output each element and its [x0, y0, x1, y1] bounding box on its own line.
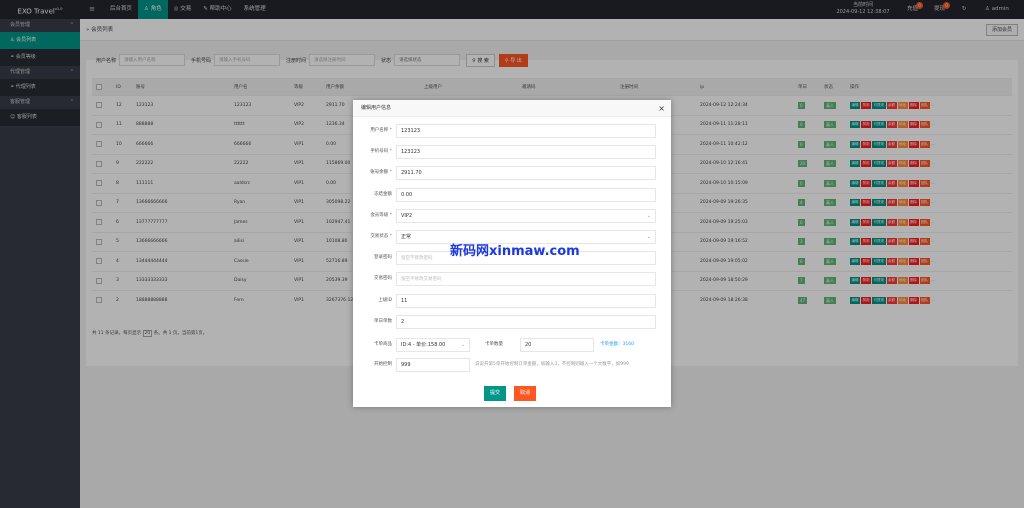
- card-qty-input[interactable]: 20: [520, 338, 594, 352]
- field-label-text: 上级ID: [378, 297, 392, 303]
- field-input[interactable]: 留空不修改交易密码: [396, 272, 656, 287]
- field-select[interactable]: VIP2 ⌄: [396, 208, 656, 223]
- field-value: 123123: [401, 128, 421, 134]
- field-value: 留空不修改交易密码: [401, 277, 442, 283]
- field-label: 用户名称 *: [353, 124, 392, 138]
- field-label-text: 手机号码: [370, 149, 389, 155]
- card-goods-label: 卡单商品: [374, 342, 392, 347]
- field-input[interactable]: 0.00: [396, 187, 656, 202]
- close-icon[interactable]: ×: [658, 100, 665, 117]
- field-label-text: 会员等级: [370, 212, 389, 218]
- field-value: 2: [401, 318, 405, 325]
- required-mark: *: [388, 170, 392, 176]
- submit-button[interactable]: 提交: [484, 386, 507, 401]
- start-row: 开始控制 999 说说开第5单开始控制订单金额，如输入3，不控制则输入一个大数字…: [353, 358, 671, 372]
- required-mark: *: [388, 149, 392, 155]
- field-label: 登录密码: [353, 251, 392, 265]
- form-row: 用户名称 * 123123: [353, 124, 671, 138]
- form-row: 单日单数 2: [353, 314, 671, 329]
- field-value: 0.00: [401, 191, 413, 198]
- chevron-down-icon: ⌄: [460, 342, 465, 348]
- field-input[interactable]: 11: [396, 293, 656, 308]
- start-control-input[interactable]: 999: [396, 358, 470, 372]
- field-input[interactable]: 2: [396, 314, 656, 329]
- card-row: 卡单商品 ID:4 - 单价:158.00 ⌄ 卡单数量 20 卡单金额：3160: [353, 338, 671, 352]
- cancel-button[interactable]: 取消: [514, 386, 537, 401]
- field-label: 上级ID: [353, 294, 392, 308]
- required-mark: *: [388, 128, 392, 133]
- chevron-down-icon: ⌄: [646, 212, 651, 219]
- modal-header: 编辑用户信息 ×: [353, 100, 671, 117]
- field-value: VIP2: [401, 212, 413, 219]
- modal-title: 编辑用户信息: [361, 105, 392, 111]
- field-label-text: 冻结金额: [374, 191, 392, 197]
- field-label-text: 用户名称: [370, 128, 389, 133]
- form-row: 上级ID 11: [353, 293, 671, 308]
- field-label-text: 账号余额: [370, 170, 389, 176]
- field-label: 会员等级 *: [353, 209, 392, 223]
- chevron-down-icon: ⌄: [646, 234, 651, 240]
- field-label-text: 交易密码: [374, 276, 392, 282]
- card-goods-select[interactable]: ID:4 - 单价:158.00 ⌄: [396, 338, 470, 352]
- start-control-label: 开始控制: [374, 362, 392, 367]
- form-row: 交易密码 留空不修改交易密码: [353, 272, 671, 287]
- card-amount: 卡单金额：3160: [600, 342, 634, 347]
- field-label-text: 登录密码: [374, 255, 392, 261]
- start-control-hint: 说说开第5单开始控制订单金额，如输入3，不控制则输入一个大数字，如999: [475, 362, 629, 367]
- form-row: 冻结金额 0.00: [353, 187, 671, 202]
- field-label: 单日单数: [353, 315, 392, 329]
- form-row: 账号余额 * 2911.70: [353, 166, 671, 181]
- field-value: 留空不修改密码: [401, 256, 433, 262]
- field-value: 2911.70: [401, 170, 422, 177]
- field-label: 冻结金额: [353, 188, 392, 202]
- required-mark: *: [388, 234, 392, 239]
- field-label: 手机号码 *: [353, 145, 392, 159]
- form-row: 手机号码 * 123123: [353, 145, 671, 160]
- field-value: 正常: [401, 234, 412, 240]
- field-label-text: 单日单数: [374, 318, 392, 324]
- field-value: 123123: [401, 149, 421, 156]
- card-qty-label: 卡单数量: [485, 342, 503, 347]
- field-input[interactable]: 123123: [396, 145, 656, 160]
- field-label: 交易密码: [353, 272, 392, 286]
- form-row: 会员等级 * VIP2 ⌄: [353, 208, 671, 223]
- field-label: 账号余额 *: [353, 166, 392, 180]
- field-label-text: 交易状态: [370, 234, 389, 239]
- field-input[interactable]: 2911.70: [396, 166, 656, 181]
- required-mark: *: [388, 212, 392, 218]
- watermark: 新码网xinmaw.com: [450, 244, 580, 259]
- field-label: 交易状态 *: [353, 230, 392, 244]
- field-value: 11: [401, 297, 408, 304]
- field-input[interactable]: 123123: [396, 124, 656, 138]
